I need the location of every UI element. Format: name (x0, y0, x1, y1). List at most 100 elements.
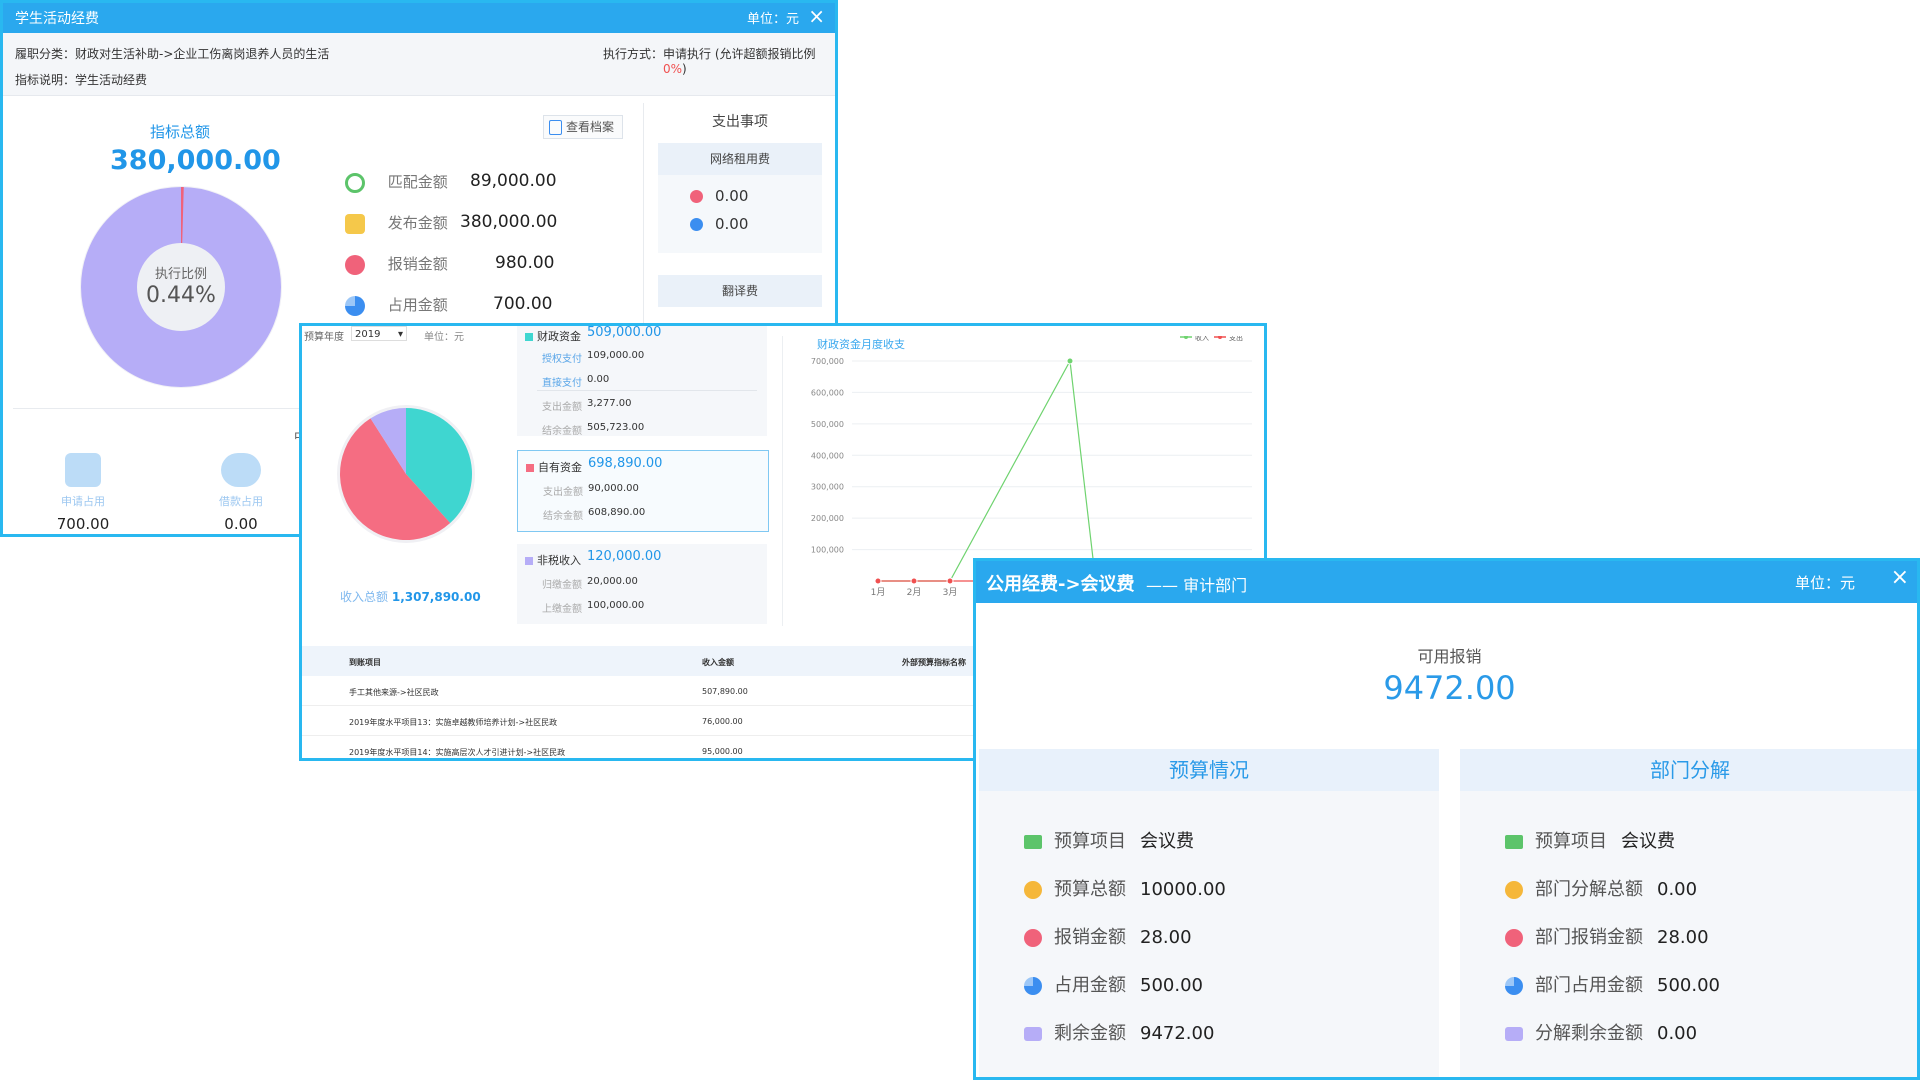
row-value: 3,277.00 (587, 398, 632, 409)
expense-item-translation[interactable]: 翻译费 (658, 275, 822, 307)
category-label: 履职分类： (15, 47, 76, 61)
td-amount: 507,890.00 (702, 687, 748, 696)
section-name: 财政资金 (537, 330, 581, 343)
occupy-icon (690, 218, 703, 231)
card-header: 预算情况 (979, 749, 1439, 791)
series-point-expense[interactable] (874, 577, 882, 585)
legend-occupy: 占用金额 700.00 (345, 294, 555, 318)
y-tick-label: 500,000 (811, 420, 844, 429)
row-budget-item: 预算项目 会议费 (1024, 827, 1194, 853)
close-icon[interactable]: × (1891, 565, 1909, 590)
y-tick-label: 600,000 (811, 388, 844, 397)
year-value: 2019 (355, 329, 381, 340)
archive-icon (549, 120, 562, 135)
table-row[interactable]: 2019年度水平项目13：实施卓越教师培养计划->社区民政 76,000.00 (302, 706, 982, 736)
row-label: 部门占用金额 (1535, 975, 1643, 996)
row-value: 500.00 (1657, 975, 1720, 996)
legend-value: 380,000.00 (460, 212, 558, 232)
row-label: 部门分解总额 (1535, 879, 1643, 900)
legend-dot-income (1184, 336, 1188, 339)
row-label: 结余金额 (543, 511, 583, 522)
expense-item-values: 0.00 0.00 (658, 175, 822, 253)
section-total: 698,890.00 (588, 456, 663, 471)
view-archive-button[interactable]: 查看档案 (543, 115, 623, 139)
publish-icon (345, 213, 365, 234)
row-remaining: 剩余金额 9472.00 (1024, 1019, 1214, 1045)
total-value: 380,000.00 (110, 145, 281, 176)
desc-label: 指标说明： (15, 73, 76, 87)
apply-icon (65, 453, 101, 487)
series-point-expense[interactable] (910, 577, 918, 585)
income-total-value: 1,307,890.00 (391, 590, 481, 604)
row-label: 直接支付 (542, 378, 582, 389)
row-label: 支出金额 (543, 487, 583, 498)
chart-title: 财政资金月度收支 (817, 337, 905, 351)
row-occupy: 占用金额 500.00 (1024, 971, 1203, 997)
row-value: 100,000.00 (587, 600, 645, 611)
legend-income-label: 收入 (1195, 336, 1209, 342)
legend-value: 980.00 (495, 253, 555, 273)
y-tick-label: 100,000 (811, 546, 844, 555)
reimburse-icon (1024, 929, 1042, 947)
row-label: 支出金额 (542, 402, 582, 413)
total-label: 指标总额 (150, 123, 211, 141)
budget-item-icon (1505, 835, 1523, 849)
row-label: 上缴金额 (542, 604, 582, 615)
chevron-down-icon: ▾ (397, 329, 403, 340)
card-header: 部门分解 (1460, 749, 1917, 791)
unit-label: 单位：元 (424, 332, 464, 343)
td-project: 2019年度水平项目13：实施卓越教师培养计划->社区民政 (349, 718, 558, 727)
budget-status-card: 预算情况 预算项目 会议费 预算总额 10000.00 报销金额 28.00 占用金额… (979, 749, 1439, 1077)
expense-val-row-2: 0.00 (690, 215, 748, 233)
row-value: 0.00 (1657, 1023, 1698, 1044)
row-dept-total: 部门分解总额 0.00 (1505, 875, 1697, 901)
row-label: 部门报销金额 (1535, 927, 1643, 948)
y-tick-label: 300,000 (811, 483, 844, 492)
table-row[interactable]: 2019年度水平项目14：实施高层次人才引进计划->社区民政 95,000.00 (302, 736, 982, 758)
legend-label: 报销金额 (387, 255, 448, 273)
divider (13, 408, 303, 409)
row-value: 109,000.00 (587, 350, 645, 361)
available-label: 可用报销 (1417, 647, 1482, 666)
y-tick-label: 400,000 (811, 451, 844, 460)
loan-value: 0.00 (224, 515, 258, 533)
match-icon (345, 172, 365, 193)
income-pie (337, 405, 475, 543)
table-row[interactable]: 手工其他来源->社区民政 507,890.00 (302, 676, 982, 706)
window-title: 公用经费->会议费 (986, 574, 1135, 595)
year-select[interactable]: 2019 ▾ (351, 326, 407, 341)
ratio-value: 0.44% (146, 283, 216, 308)
section-name: 非税收入 (537, 554, 581, 567)
close-icon[interactable]: × (808, 4, 825, 28)
available-value: 9472.00 (1383, 669, 1516, 707)
row-value: 608,890.00 (588, 507, 646, 518)
exec-value: 申请执行 (允许超额报销比例 (663, 47, 816, 61)
reimburse-icon (345, 254, 365, 275)
row-dept-occupy: 部门占用金额 500.00 (1505, 971, 1720, 997)
apply-occupy-card[interactable]: 申请占用 700.00 (43, 453, 123, 533)
td-project: 手工其他来源->社区民政 (349, 688, 439, 697)
exec-percent: 0% (663, 62, 683, 76)
row-value: 500.00 (1140, 975, 1203, 996)
exec-label: 执行方式： (603, 47, 664, 61)
row-budget-total: 预算总额 10000.00 (1024, 875, 1226, 901)
exec-method: 申请执行 (允许超额报销比例0%) (663, 45, 835, 76)
row-value: 28.00 (1657, 927, 1709, 948)
row-label: 归缴金额 (542, 580, 582, 591)
legend-swatch (526, 464, 534, 472)
section-own[interactable]: 自有资金 698,890.00 支出金额 90,000.00 结余金额 608,89… (517, 450, 769, 532)
divider (537, 390, 757, 391)
expense-item-network[interactable]: 网络租用费 (658, 143, 822, 175)
section-header: 非税收入 (525, 552, 581, 568)
td-project: 2019年度水平项目14：实施高层次人才引进计划->社区民政 (349, 748, 566, 757)
reimburse-icon (690, 190, 703, 203)
loan-occupy-card[interactable]: 借款占用 0.00 (201, 453, 281, 533)
row-value: 28.00 (1140, 927, 1192, 948)
table-header-row: 到账项目 收入金额 外部预算指标名称 (302, 646, 982, 676)
occupy-icon (1024, 977, 1042, 995)
row-value: 0.00 (1657, 879, 1698, 900)
legend-expense-label: 支出 (1229, 336, 1243, 342)
row-value: 0.00 (587, 374, 610, 385)
series-point-income[interactable] (1066, 357, 1074, 365)
series-point-expense[interactable] (946, 577, 954, 585)
